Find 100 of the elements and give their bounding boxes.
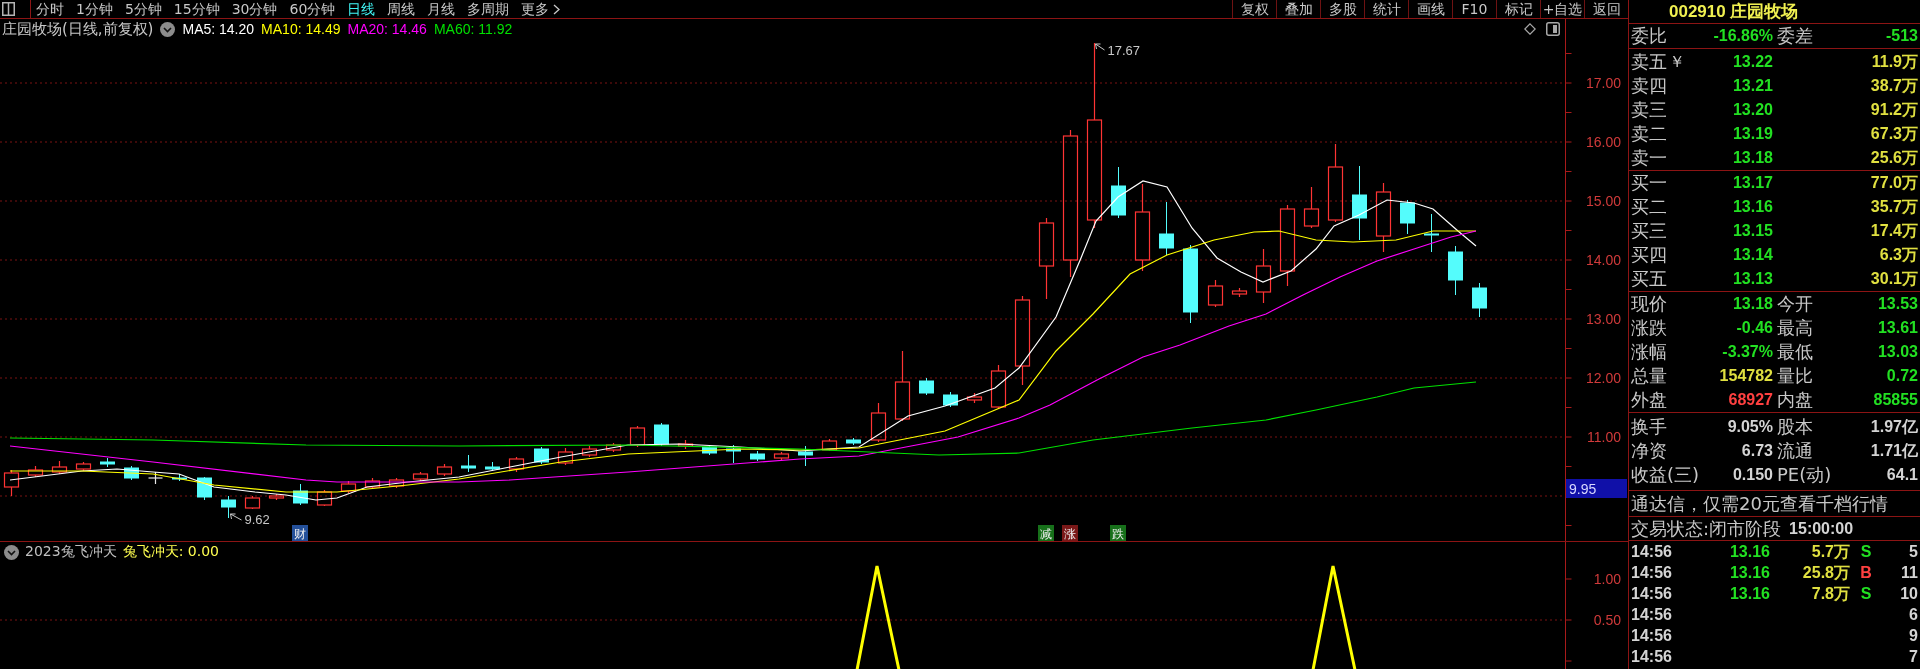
candlestick <box>846 437 861 446</box>
candlestick <box>629 425 646 448</box>
candlestick <box>821 438 838 452</box>
period-tab[interactable]: 15分钟 <box>173 0 220 18</box>
period-tab[interactable]: 分时 <box>36 0 64 18</box>
candlestick <box>147 471 164 485</box>
period-tab[interactable]: 月线 <box>427 0 456 18</box>
status-time: 15:00:00 <box>1789 518 1854 539</box>
period-tab[interactable]: 日线 <box>347 0 376 18</box>
toolbar-button[interactable]: 叠加 <box>1276 0 1320 18</box>
toolbar-button[interactable]: 返回 <box>1584 0 1628 18</box>
field-label: 净资 <box>1631 440 1667 462</box>
diamond-icon[interactable] <box>1524 23 1536 35</box>
ma-reading: MA60: 11.92 <box>433 21 513 37</box>
price-label: 9.62 <box>244 512 270 527</box>
period-tab[interactable]: 5分钟 <box>124 0 162 18</box>
candlestick <box>1472 282 1487 318</box>
field-value: 85855 <box>1873 390 1918 410</box>
chevron-down-icon[interactable] <box>4 544 19 560</box>
period-tab[interactable]: 多周期 <box>467 0 510 18</box>
panel-toggle-icon[interactable] <box>1546 22 1560 36</box>
period-tab[interactable]: 1分钟 <box>76 0 113 18</box>
toolbar-button[interactable]: 标记 <box>1496 0 1540 18</box>
period-tab[interactable]: 周线 <box>387 0 416 18</box>
toolbar-button[interactable]: 复权 <box>1232 0 1276 18</box>
order-level: 卖一 <box>1631 146 1667 169</box>
order-volume: 67.3万 <box>1870 123 1918 144</box>
field-label: 委差 <box>1777 25 1813 47</box>
event-tag: 减 <box>1038 525 1054 541</box>
order-level: 买五 <box>1631 268 1667 290</box>
toolbar-button[interactable]: 多股 <box>1320 0 1364 18</box>
field-label: 股本 <box>1777 416 1813 438</box>
field-value: 13.61 <box>1877 318 1918 338</box>
candlestick <box>75 461 92 472</box>
stock-title: 002910 庄园牧场 <box>1669 0 1799 23</box>
period-tab[interactable]: 60分钟 <box>289 0 336 18</box>
order-price: 13.21 <box>1732 75 1773 96</box>
order-price: 13.20 <box>1732 99 1773 120</box>
tick-count: 9 <box>1909 625 1918 646</box>
candlestick <box>702 444 717 456</box>
panel-icon[interactable] <box>2 2 15 16</box>
ma-reading: MA10: 14.49 <box>261 21 341 37</box>
candlestick <box>293 483 308 506</box>
field-value: 68927 <box>1728 390 1773 410</box>
field-label: 换手 <box>1631 416 1667 438</box>
event-tag: 跌 <box>1110 525 1126 541</box>
field-value: 9.05% <box>1727 417 1773 437</box>
candlestick <box>1375 182 1392 253</box>
order-level: 买一 <box>1631 172 1667 194</box>
order-volume: 91.2万 <box>1870 99 1918 120</box>
field-label: 外盘 <box>1631 389 1667 411</box>
order-level: 卖四 <box>1631 74 1667 97</box>
field-value: 13.53 <box>1877 294 1918 314</box>
order-price: 13.13 <box>1732 269 1773 289</box>
more-menu-button[interactable]: 更多 <box>521 0 561 18</box>
order-price: 13.18 <box>1732 147 1773 168</box>
candlestick <box>677 439 694 450</box>
candlestick <box>1207 279 1224 308</box>
candlestick <box>1111 166 1126 219</box>
axis-label: 0.50 <box>1593 612 1621 628</box>
cursor-price-tag: 9.95 <box>1566 479 1627 498</box>
toolbar-button[interactable]: 画线 <box>1408 0 1452 18</box>
tick-count: 10 <box>1900 583 1918 604</box>
leader-line <box>1095 43 1105 51</box>
candlestick <box>1159 201 1174 256</box>
field-label: 最高 <box>1777 317 1813 339</box>
order-level: 卖五 <box>1631 50 1667 73</box>
tick-price: 13.16 <box>1729 562 1770 583</box>
order-price: 13.16 <box>1732 197 1773 217</box>
candlestick <box>966 392 983 404</box>
leader-line <box>230 513 242 521</box>
candlestick <box>1231 287 1248 298</box>
toolbar-button[interactable]: F10 <box>1452 0 1496 18</box>
field-value: 13.03 <box>1877 342 1918 362</box>
tick-count: 5 <box>1909 541 1918 562</box>
tick-time: 14:56 <box>1631 625 1672 646</box>
candlestick <box>100 457 115 468</box>
candlestick <box>1255 248 1272 304</box>
field-label: 今开 <box>1777 293 1813 315</box>
toolbar-button[interactable]: 统计 <box>1364 0 1408 18</box>
field-label: 最低 <box>1777 341 1813 363</box>
order-volume: 11.9万 <box>1871 51 1918 72</box>
period-tab[interactable]: 30分钟 <box>231 0 278 18</box>
trade-side: B <box>1860 562 1872 583</box>
tick-time: 14:56 <box>1631 562 1672 583</box>
order-level: 买三 <box>1631 220 1667 242</box>
axis-label: 17.00 <box>1585 75 1621 91</box>
order-level: 买二 <box>1631 196 1667 218</box>
order-volume: 30.1万 <box>1870 269 1918 289</box>
axis-label: 16.00 <box>1585 134 1621 150</box>
tick-volume: 5.7万 <box>1811 541 1850 562</box>
candlestick <box>340 480 357 494</box>
tick-time: 14:56 <box>1631 583 1672 604</box>
candlestick <box>919 377 934 396</box>
order-price: 13.19 <box>1732 123 1773 144</box>
candlestick <box>124 465 139 481</box>
candlestick <box>773 451 790 461</box>
tick-volume: 7.8万 <box>1811 583 1850 604</box>
toolbar-button[interactable]: +自选 <box>1540 0 1584 18</box>
chevron-down-icon[interactable] <box>160 21 176 37</box>
